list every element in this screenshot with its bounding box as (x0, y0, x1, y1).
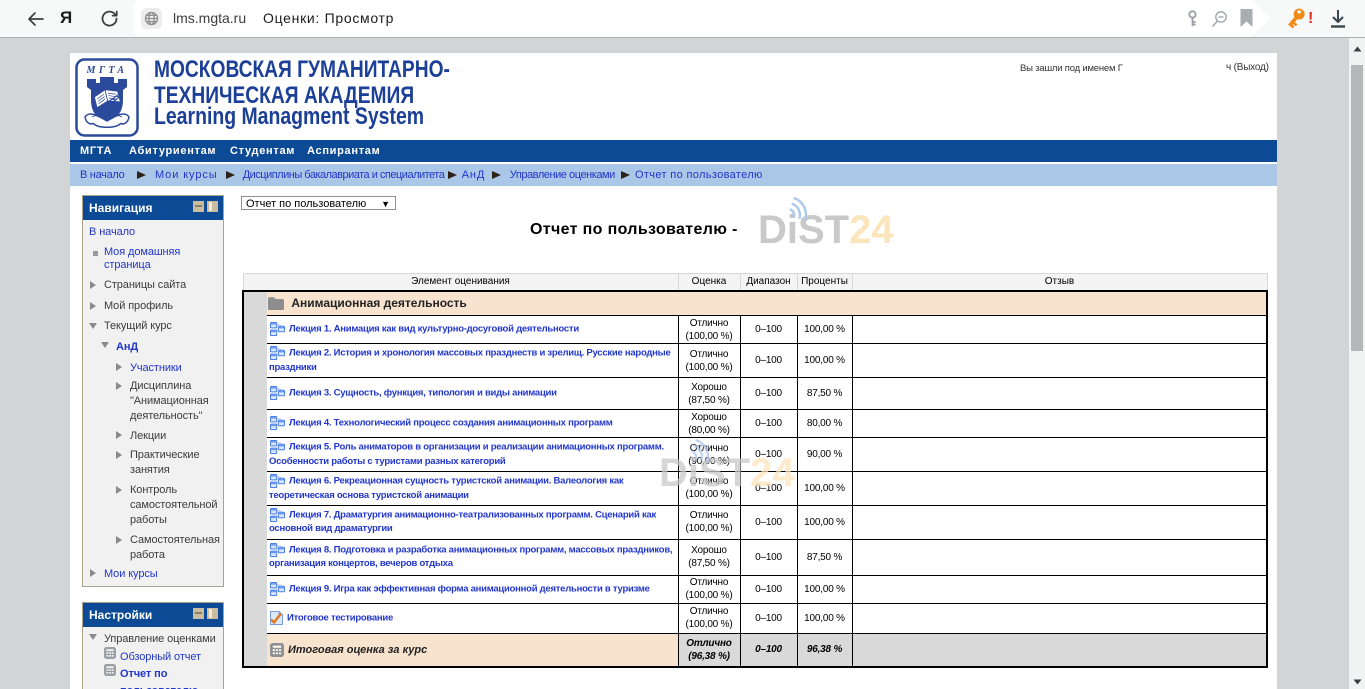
svg-text:!: ! (1308, 10, 1313, 27)
svg-text:МГТА: МГТА (85, 65, 127, 76)
